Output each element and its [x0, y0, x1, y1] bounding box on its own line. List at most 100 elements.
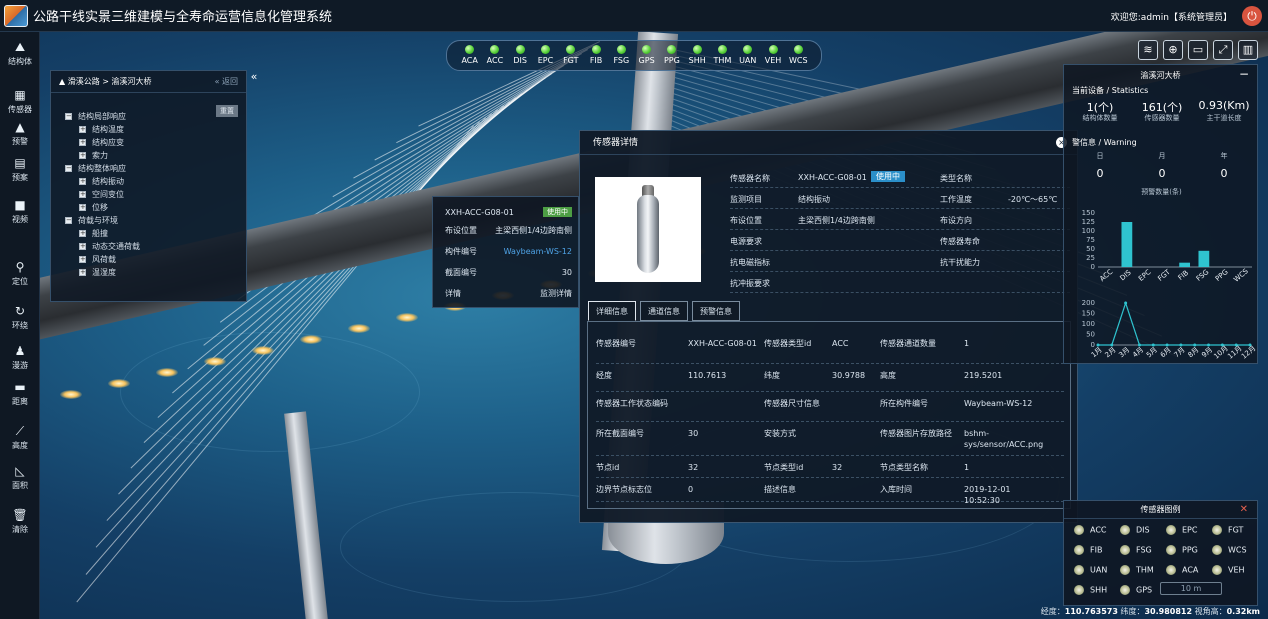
layers-icon[interactable]: ≋ [1138, 40, 1158, 60]
expand-node-icon[interactable]: + [79, 139, 86, 146]
tree-node[interactable]: − 结构局部响应 [65, 111, 126, 122]
sensor-type-thm[interactable]: THM [710, 41, 734, 70]
legend-item-fsg[interactable]: FSG [1120, 545, 1152, 555]
legend-item-ppg[interactable]: PPG [1166, 545, 1198, 555]
sidebar-item-bridge[interactable]: ⛰ 结构体 [0, 40, 40, 67]
expand-node-icon[interactable]: + [79, 230, 86, 237]
expand-node-icon[interactable]: + [79, 126, 86, 133]
sidebar-item-area[interactable]: ◺ 面积 [0, 464, 40, 491]
sensor-type-ppg[interactable]: PPG [660, 41, 684, 70]
expand-node-icon[interactable]: + [79, 178, 86, 185]
reset-button[interactable]: 重置 [216, 105, 238, 117]
table-cell-value: 32 [688, 463, 699, 472]
collapse-node-icon[interactable]: − [65, 113, 72, 120]
expand-node-icon[interactable]: + [79, 269, 86, 276]
tree-node[interactable]: + 结构温度 [79, 124, 124, 135]
plan-icon: ▤ [14, 156, 26, 170]
tab-warning[interactable]: 预警信息 [692, 301, 740, 321]
table-cell-label: 经度 [596, 371, 612, 380]
tab-channel[interactable]: 通道信息 [640, 301, 688, 321]
expand-node-icon[interactable]: + [79, 204, 86, 211]
expand-node-icon[interactable]: + [79, 243, 86, 250]
sensor-type-aca[interactable]: ACA [458, 41, 482, 70]
status-dot-icon [743, 45, 753, 54]
collapse-node-icon[interactable]: − [65, 217, 72, 224]
table-cell-value: 110.7613 [688, 371, 727, 380]
sensor-type-dis[interactable]: DIS [508, 41, 532, 70]
globe-icon[interactable]: ⊕ [1163, 40, 1183, 60]
y-tick-label: 125 [1082, 218, 1095, 226]
popup-row-value[interactable]: 监测详情 [540, 288, 572, 299]
sensor-type-acc[interactable]: ACC [483, 41, 507, 70]
tree-node-label: 风荷载 [92, 255, 116, 264]
detail-table: 传感器编号 XXH-ACC-G08-01 传感器类型id ACC 传感器通道数量 1 经度 1… [587, 321, 1071, 509]
legend-item-aca[interactable]: ACA [1166, 565, 1198, 575]
tree-node[interactable]: + 索力 [79, 150, 108, 161]
sidebar-item-locate[interactable]: ⚲ 定位 [0, 260, 40, 287]
sidebar-item-video[interactable]: ■ 视频 [0, 198, 40, 225]
x-tick-label: FIB [1177, 269, 1191, 282]
legend-item-epc[interactable]: EPC [1166, 525, 1197, 535]
tab-detail[interactable]: 详细信息 [588, 301, 636, 321]
legend-item-gps[interactable]: GPS [1120, 585, 1152, 595]
table-cell-label: 传感器尺寸信息 [764, 399, 820, 408]
legend-item-acc[interactable]: ACC [1074, 525, 1107, 535]
sidebar-item-warning[interactable]: ▲ 预警 [0, 120, 40, 147]
popup-row-label: 详情 [445, 288, 461, 298]
table-row: 所在截面编号 30 安装方式 传感器图片存放路径 bshm-sys/sensor/ACC… [596, 422, 1064, 456]
power-icon[interactable]: ⏻ [1242, 6, 1262, 26]
warning-trend-line-chart: 0501001502001月 2月 3月 4月 5月 6月 7月 8月 9月10月11月12月 [1082, 299, 1258, 361]
legend-item-veh[interactable]: VEH [1212, 565, 1245, 575]
sensor-type-wcs[interactable]: WCS [786, 41, 810, 70]
sensor-type-epc[interactable]: EPC [533, 41, 557, 70]
legend-item-wcs[interactable]: WCS [1212, 545, 1247, 555]
tree-node[interactable]: − 荷载与环境 [65, 215, 118, 226]
chart-icon[interactable]: ▥ [1238, 40, 1258, 60]
close-icon[interactable]: ✕ [1240, 504, 1248, 515]
sensor-type-gps[interactable]: GPS [635, 41, 659, 70]
breadcrumb-text: 滑溪公路 > 渝溪河大桥 [67, 77, 152, 86]
sidebar-item-trash[interactable]: 🗑 清除 [0, 508, 40, 535]
sidebar-item-walk[interactable]: ♟ 漫游 [0, 344, 40, 371]
sensor-type-veh[interactable]: VEH [761, 41, 785, 70]
collapse-icon[interactable]: « [248, 70, 260, 84]
expand-node-icon[interactable]: + [79, 152, 86, 159]
walk-icon: ♟ [14, 344, 26, 358]
tree-node[interactable]: + 结构振动 [79, 176, 124, 187]
sidebar-item-orbit[interactable]: ↻ 环绕 [0, 304, 40, 331]
tree-node[interactable]: − 结构整体响应 [65, 163, 126, 174]
legend-item-thm[interactable]: THM [1120, 565, 1154, 575]
tree-node[interactable]: + 空间变位 [79, 189, 124, 200]
minimap-icon[interactable]: ▭ [1188, 40, 1208, 60]
sidebar-item-ruler[interactable]: ▬ 距离 [0, 380, 40, 407]
tree-node[interactable]: + 船撞 [79, 228, 108, 239]
tree-node[interactable]: + 动态交通荷载 [79, 241, 140, 252]
expand-node-icon[interactable]: + [79, 191, 86, 198]
sidebar-item-sensor[interactable]: ▦ 传感器 [0, 88, 40, 115]
sensor-type-fsg[interactable]: FSG [609, 41, 633, 70]
legend-item-fgt[interactable]: FGT [1212, 525, 1243, 535]
back-link[interactable]: « 返回 [215, 71, 238, 93]
expand-node-icon[interactable]: + [79, 256, 86, 263]
sensor-type-fib[interactable]: FIB [584, 41, 608, 70]
legend-item-uan[interactable]: UAN [1074, 565, 1107, 575]
legend-item-fib[interactable]: FIB [1074, 545, 1102, 555]
fullscreen-icon[interactable]: ⤢ [1213, 40, 1233, 60]
sensor-type-shh[interactable]: SHH [685, 41, 709, 70]
tree-node[interactable]: + 温湿度 [79, 267, 116, 278]
y-tick-label: 0 [1091, 263, 1095, 271]
sidebar-item-height[interactable]: ⟋ 高度 [0, 424, 40, 451]
tree-node[interactable]: + 位移 [79, 202, 108, 213]
sidebar-item-plan[interactable]: ▤ 预案 [0, 156, 40, 183]
info-label: 布设位置 [730, 216, 762, 225]
collapse-node-icon[interactable]: − [65, 165, 72, 172]
legend-item-dis[interactable]: DIS [1120, 525, 1150, 535]
tree-node[interactable]: + 风荷载 [79, 254, 116, 265]
sensor-type-uan[interactable]: UAN [736, 41, 760, 70]
sensor-type-fgt[interactable]: FGT [559, 41, 583, 70]
status-dot-icon [591, 45, 601, 54]
epc-sensor-icon [1166, 525, 1176, 535]
minimize-icon[interactable]: − [1239, 67, 1249, 81]
tree-node[interactable]: + 结构应变 [79, 137, 124, 148]
legend-item-shh[interactable]: SHH [1074, 585, 1107, 595]
